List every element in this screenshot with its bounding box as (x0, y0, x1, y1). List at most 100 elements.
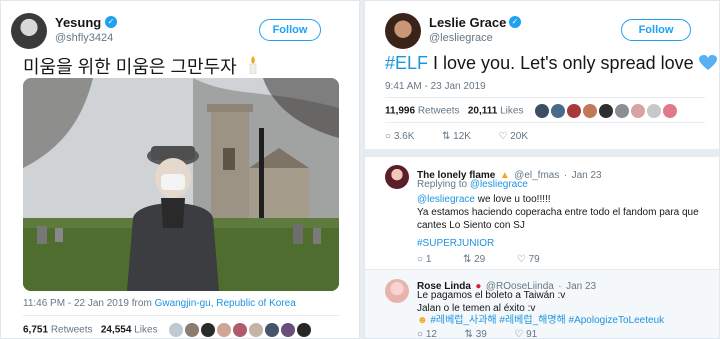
retweet-icon: ⇅ (462, 254, 472, 265)
tweet-card-yesung: Yesung ✓ @shfly3424 Follow 미움을 위한 미움은 그만… (0, 0, 360, 339)
replying-to-link[interactable]: @lesliegrace (470, 179, 528, 190)
hashtag-link[interactable]: #ELF (385, 53, 428, 73)
smile-icon: ☻ (417, 315, 428, 326)
reply-count: 3.6K (393, 131, 415, 142)
tweet-text-content: I love you. Let's only spread love (428, 53, 694, 73)
tweet-text: 미움을 위한 미움은 그만두자 (23, 53, 256, 79)
retweet-icon: ⇅ (464, 329, 473, 339)
reply-tweet[interactable]: Rose Linda ● @ROoseLiinda · Jan 23 Le pa… (365, 269, 719, 339)
reply-icon: ○ (385, 131, 392, 142)
follow-button[interactable]: Follow (259, 19, 321, 41)
liker-avatar[interactable] (248, 323, 263, 337)
screenshot: Yesung ✓ @shfly3424 Follow 미움을 위한 미움은 그만… (0, 0, 720, 339)
liker-avatar[interactable] (168, 323, 183, 337)
reply-line: Jalan o le temen al éxito :v (417, 303, 536, 314)
liker-avatar[interactable] (598, 104, 613, 118)
like-button[interactable]: ♡ 20K (499, 131, 529, 142)
divider (385, 122, 705, 123)
retweet-button[interactable]: ⇅ 12K (442, 131, 471, 142)
avatar[interactable] (385, 13, 421, 49)
liker-avatar[interactable] (662, 104, 677, 118)
likes-label[interactable]: Likes (134, 325, 157, 336)
reply-hashtag: #SUPERJUNIOR (417, 237, 494, 250)
liker-avatar[interactable] (232, 323, 247, 337)
liker-avatar[interactable] (646, 104, 661, 118)
avatar[interactable] (385, 279, 409, 303)
retweet-button[interactable]: ⇅ 29 (463, 254, 485, 265)
reply-date[interactable]: Jan 23 (572, 170, 602, 181)
user-handle[interactable]: @lesliegrace (429, 32, 493, 44)
heart-icon: ♡ (516, 254, 526, 265)
likes-count[interactable]: 20,111 (468, 106, 497, 117)
hashtag-link[interactable]: #레베럽_사과해 #레베럽_해명해 #ApologizeToLeeteuk (430, 315, 664, 326)
like-count: 20K (510, 131, 529, 142)
tweet-photo[interactable] (23, 78, 339, 291)
liker-avatar[interactable] (296, 323, 311, 337)
retweets-label[interactable]: Retweets (418, 106, 460, 117)
liker-avatar[interactable] (566, 104, 581, 118)
reply-text: @lesliegrace we love u too!!!!! Ya estam… (417, 193, 707, 232)
liker-avatar[interactable] (614, 104, 629, 118)
retweets-label[interactable]: Retweets (51, 325, 93, 336)
like-count: 91 (526, 329, 538, 339)
hashtag-link[interactable]: #SUPERJUNIOR (417, 238, 494, 249)
replying-to: Replying to @lesliegrace (417, 179, 528, 190)
blue-heart-icon (698, 55, 717, 76)
follow-button[interactable]: Follow (621, 19, 691, 41)
reply-button[interactable]: ○ 12 (417, 329, 437, 339)
retweet-count: 29 (474, 254, 486, 265)
likes-count[interactable]: 24,554 (101, 325, 132, 336)
tweet-stats: 6,751 Retweets 24,554 Likes (23, 323, 313, 337)
liker-avatar[interactable] (534, 104, 549, 118)
liker-avatar[interactable] (280, 323, 295, 337)
retweet-button[interactable]: ⇅ 39 (464, 329, 487, 339)
avatar[interactable] (385, 165, 409, 189)
timestamp-text[interactable]: 11:46 PM - 22 Jan 2019 from (23, 298, 152, 309)
user-handle[interactable]: @shfly3424 (55, 32, 113, 44)
divider (385, 97, 705, 98)
divider (23, 315, 339, 316)
reply-line: Ya estamos haciendo coperacha entre todo… (417, 207, 699, 231)
avatar[interactable] (11, 13, 47, 49)
tweet-card-leslie-grace: Leslie Grace ✓ @lesliegrace Follow #ELF … (364, 0, 720, 339)
tweet-actions: ○ 3.6K ⇅ 12K ♡ 20K (385, 131, 528, 142)
liker-avatar[interactable] (216, 323, 231, 337)
candle-icon (248, 56, 256, 75)
retweets-count[interactable]: 11,996 (385, 106, 415, 117)
tweet-stats: 11,996 Retweets 20,111 Likes (385, 104, 679, 118)
retweets-count[interactable]: 6,751 (23, 325, 48, 336)
reply-tweet[interactable]: The lonely flame ▲ @el_fmas · Jan 23 Rep… (365, 157, 719, 269)
replying-prefix: Replying to (417, 179, 468, 190)
reply-button[interactable]: ○ 1 (417, 254, 431, 265)
location-link[interactable]: Gwangjin-gu, Republic of Korea (155, 298, 296, 309)
liker-avatar[interactable] (264, 323, 279, 337)
reply-text: Le pagamos el boleto a Taiwán :v Jalan o… (417, 289, 713, 315)
user-name[interactable]: Leslie Grace (429, 15, 506, 30)
like-button[interactable]: ♡ 91 (514, 329, 538, 339)
like-button[interactable]: ♡ 79 (517, 254, 540, 265)
reply-icon: ○ (417, 254, 424, 265)
reply-line: we love u too!!!!! (474, 194, 551, 205)
reply-count: 1 (425, 254, 432, 265)
retweet-count: 39 (475, 329, 487, 339)
verified-icon: ✓ (105, 16, 117, 28)
user-name[interactable]: Yesung (55, 15, 101, 30)
reply-icon: ○ (417, 329, 424, 339)
tweet-timestamp[interactable]: 9:41 AM - 23 Jan 2019 (385, 81, 486, 92)
tweet-text-content: 미움을 위한 미움은 그만두자 (23, 57, 237, 77)
liker-avatar[interactable] (630, 104, 645, 118)
reply-line: Le pagamos el boleto a Taiwán :v (417, 290, 566, 301)
reply-hashtags: ☻ #레베럽_사과해 #레베럽_해명해 #ApologizeToLeeteuk (417, 314, 664, 327)
reply-button[interactable]: ○ 3.6K (385, 131, 414, 142)
mention-link[interactable]: @lesliegrace (417, 194, 475, 205)
likes-label[interactable]: Likes (500, 106, 523, 117)
liker-avatar[interactable] (582, 104, 597, 118)
liker-avatar[interactable] (550, 104, 565, 118)
section-separator (365, 149, 719, 157)
liker-avatar[interactable] (184, 323, 199, 337)
reply-actions: ○ 1 ⇅ 29 ♡ 79 (417, 254, 540, 265)
retweet-count: 12K (453, 131, 471, 142)
heart-icon: ♡ (514, 329, 524, 339)
tweet-timestamp: 11:46 PM - 22 Jan 2019 from Gwangjin-gu,… (23, 298, 296, 309)
liker-avatar[interactable] (200, 323, 215, 337)
